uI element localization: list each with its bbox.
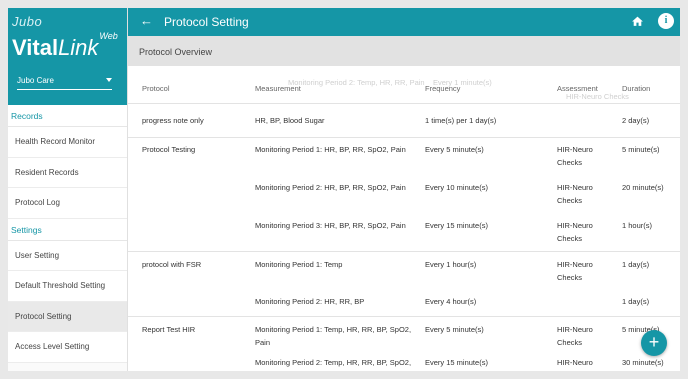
cell-assessment: HIR-Neuro Checks: [557, 260, 593, 282]
sidebar-item-protocol-log[interactable]: Protocol Log: [8, 188, 127, 219]
cell-protocol: protocol with FSR: [142, 260, 202, 269]
cell-protocol: progress note only: [142, 116, 204, 125]
product-name-italic: Link: [58, 35, 99, 60]
column-header-assessment[interactable]: Assessment: [557, 83, 617, 96]
protocol-table: Monitoring Period 2: Temp, HR, RR, Pain …: [128, 66, 680, 371]
cell-frequency: Every 5 minute(s): [425, 325, 484, 334]
table-row[interactable]: Monitoring Period 2: Temp, HR, RR, BP, S…: [128, 355, 680, 371]
cell-assessment: HIR-Neuro Checks: [557, 183, 593, 205]
sidebar-item-user-setting[interactable]: User Setting: [8, 240, 127, 271]
page-title: Protocol Setting: [164, 15, 249, 29]
cell-frequency: Every 15 minute(s): [425, 221, 488, 230]
cell-measurement: Monitoring Period 1: HR, BP, RR, SpO2, P…: [255, 145, 406, 154]
sidebar-item-protocol-setting[interactable]: Protocol Setting: [8, 301, 127, 332]
cell-frequency: Every 15 minute(s): [425, 358, 488, 367]
cell-frequency: Every 5 minute(s): [425, 145, 484, 154]
sidebar-item-resident-records[interactable]: Resident Records: [8, 157, 127, 188]
sidebar: Jubo VitalLinkWeb Jubo Care Records Heal…: [8, 8, 128, 371]
organization-select[interactable]: Jubo Care: [17, 74, 112, 90]
nav-section-settings: Settings: [8, 218, 127, 241]
cell-duration: 30 minute(s): [622, 358, 664, 367]
home-icon[interactable]: [631, 15, 644, 28]
cell-assessment: HIR-Neuro Checks: [557, 145, 593, 167]
cell-assessment: HIR-Neuro Checks: [557, 325, 593, 347]
cell-measurement: Monitoring Period 1: Temp: [255, 260, 343, 269]
product-name-bold: Vital: [12, 35, 59, 60]
app-header: ← Protocol Setting i: [128, 8, 680, 36]
cell-frequency: Every 10 minute(s): [425, 183, 488, 192]
cell-measurement: Monitoring Period 2: HR, BP, RR, SpO2, P…: [255, 183, 406, 192]
cell-duration: 20 minute(s): [622, 183, 664, 192]
table-row[interactable]: protocol with FSR Monitoring Period 1: T…: [128, 252, 680, 290]
cell-measurement: Monitoring Period 2: HR, RR, BP: [255, 297, 365, 306]
info-icon[interactable]: i: [658, 13, 674, 29]
cell-duration: 1 day(s): [622, 297, 650, 306]
cell-frequency: Every 4 hour(s): [425, 297, 477, 306]
add-protocol-button[interactable]: +: [641, 330, 667, 356]
table-row[interactable]: Monitoring Period 2: HR, RR, BP Every 4 …: [128, 290, 680, 317]
table-row[interactable]: Monitoring Period 3: HR, BP, RR, SpO2, P…: [128, 214, 680, 252]
nav-section-records: Records: [8, 105, 127, 127]
brand-panel: Jubo VitalLinkWeb Jubo Care: [8, 8, 127, 105]
cell-measurement: Monitoring Period 3: HR, BP, RR, SpO2, P…: [255, 221, 406, 230]
cell-measurement: Monitoring Period 1: Temp, HR, RR, BP, S…: [255, 325, 412, 347]
cell-duration: 1 hour(s): [622, 221, 653, 230]
product-name-sup: Web: [99, 30, 118, 41]
column-header-measurement[interactable]: Measurement: [255, 83, 420, 96]
column-header-duration[interactable]: Duration: [622, 83, 680, 96]
company-logo: Jubo: [12, 14, 43, 29]
app-window: Jubo VitalLinkWeb Jubo Care Records Heal…: [8, 8, 680, 371]
cell-duration: 5 minute(s): [622, 145, 660, 154]
cell-protocol: Protocol Testing: [142, 145, 196, 154]
column-header-frequency[interactable]: Frequency: [425, 83, 555, 96]
cell-frequency: 1 time(s) per 1 day(s): [425, 116, 497, 125]
cell-measurement: HR, BP, Blood Sugar: [255, 116, 325, 125]
sidebar-item-access-level-setting[interactable]: Access Level Setting: [8, 332, 127, 363]
arrow-left-icon[interactable]: ←: [140, 13, 153, 28]
cell-duration: 1 day(s): [622, 260, 650, 269]
organization-select-value: Jubo Care: [17, 76, 54, 85]
table-row[interactable]: Report Test HIR Monitoring Period 1: Tem…: [128, 317, 680, 355]
table-header-row: Monitoring Period 2: Temp, HR, RR, Pain …: [128, 66, 680, 104]
table-row[interactable]: progress note only HR, BP, Blood Sugar 1…: [128, 104, 680, 138]
caret-down-icon: [106, 78, 112, 82]
sidebar-item-default-threshold-setting[interactable]: Default Threshold Setting: [8, 271, 127, 302]
table-row[interactable]: Protocol Testing Monitoring Period 1: HR…: [128, 138, 680, 176]
cell-frequency: Every 1 hour(s): [425, 260, 477, 269]
section-title: Protocol Overview: [139, 47, 213, 57]
table-row[interactable]: Monitoring Period 2: HR, BP, RR, SpO2, P…: [128, 176, 680, 214]
cell-duration: 2 day(s): [622, 116, 650, 125]
cell-assessment: HIR-Neuro Checks: [557, 221, 593, 243]
cell-measurement: Monitoring Period 2: Temp, HR, RR, BP, S…: [255, 358, 412, 367]
sidebar-item-health-record-monitor[interactable]: Health Record Monitor: [8, 127, 127, 158]
product-logo: VitalLinkWeb: [12, 31, 118, 61]
cell-assessment: HIR-Neuro: [557, 358, 593, 367]
section-header: Protocol Overview: [128, 36, 680, 66]
cell-protocol: Report Test HIR: [142, 325, 196, 334]
column-header-protocol[interactable]: Protocol: [142, 83, 250, 96]
